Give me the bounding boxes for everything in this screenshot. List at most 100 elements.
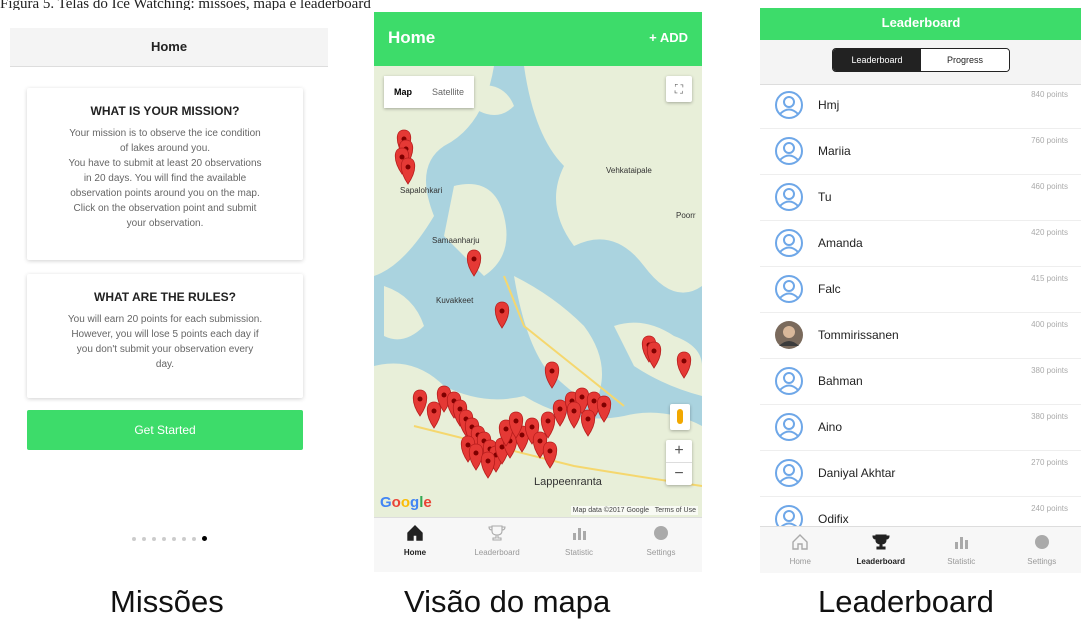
segmented-control: Leaderboard Progress bbox=[832, 48, 1010, 72]
zoom-out-button[interactable]: − bbox=[666, 463, 692, 485]
tab-home[interactable]: Home bbox=[760, 527, 841, 573]
map-pin-icon[interactable] bbox=[677, 352, 691, 378]
mission-heading: WHAT IS YOUR MISSION? bbox=[27, 88, 303, 118]
player-name: Tu bbox=[818, 190, 832, 204]
tab-label: Settings bbox=[1002, 557, 1081, 566]
map-pin-icon[interactable] bbox=[543, 442, 557, 468]
missions-screen: Home WHAT IS YOUR MISSION? Your mission … bbox=[10, 28, 328, 578]
leaderboard-row[interactable]: Hmj840 points bbox=[760, 84, 1081, 129]
leaderboard-screen: Leaderboard Leaderboard Progress Hmj840 … bbox=[760, 8, 1081, 573]
map-pin-icon[interactable] bbox=[401, 158, 415, 184]
settings-circle-icon bbox=[1002, 527, 1081, 557]
player-name: Amanda bbox=[818, 236, 863, 250]
map-pin-icon[interactable] bbox=[467, 250, 481, 276]
player-name: Odifix bbox=[818, 512, 849, 526]
tab-label: Leaderboard bbox=[841, 557, 922, 566]
map-pin-icon[interactable] bbox=[545, 362, 559, 388]
map-pin-icon[interactable] bbox=[413, 390, 427, 416]
map-pin-icon[interactable] bbox=[427, 402, 441, 428]
page-indicator[interactable] bbox=[10, 528, 328, 546]
map-pin-icon[interactable] bbox=[647, 342, 661, 368]
leaderboard-row[interactable]: Tommirissanen 400 points bbox=[760, 314, 1081, 359]
player-points: 380 points bbox=[1031, 366, 1068, 375]
leaderboard-row[interactable]: Daniyal Akhtar270 points bbox=[760, 452, 1081, 497]
leaderboard-row[interactable]: Bahman 380 points bbox=[760, 360, 1081, 405]
leaderboard-row[interactable]: Aino 380 points bbox=[760, 406, 1081, 451]
avatar-placeholder-icon bbox=[774, 182, 804, 212]
segment-leaderboard[interactable]: Leaderboard bbox=[833, 49, 921, 71]
leaderboard-row[interactable]: Amanda 420 points bbox=[760, 222, 1081, 267]
tab-statistic[interactable]: Statistic bbox=[538, 518, 620, 572]
tab-label: Settings bbox=[620, 548, 702, 557]
caption-missions: Missões bbox=[110, 584, 224, 620]
mission-card: WHAT IS YOUR MISSION? Your mission is to… bbox=[27, 88, 303, 260]
player-name: Hmj bbox=[818, 98, 839, 112]
add-button[interactable]: + ADD bbox=[649, 30, 688, 45]
player-name: Falc bbox=[818, 282, 841, 296]
map-pin-icon[interactable] bbox=[567, 402, 581, 428]
player-name: Bahman bbox=[818, 374, 863, 388]
page-dot[interactable] bbox=[152, 537, 156, 541]
bottom-tab-bar: HomeLeaderboardStatisticSettings bbox=[374, 517, 702, 572]
leaderboard-row[interactable]: Falc415 points bbox=[760, 268, 1081, 313]
page-dot[interactable] bbox=[192, 537, 196, 541]
page-dot[interactable] bbox=[162, 537, 166, 541]
map-pin-icon[interactable] bbox=[481, 452, 495, 478]
trophy-icon bbox=[841, 527, 922, 557]
map-pin-icon[interactable] bbox=[469, 444, 483, 470]
avatar-placeholder-icon bbox=[774, 136, 804, 166]
map-pin-icon[interactable] bbox=[553, 400, 567, 426]
terms-link[interactable]: Terms of Use bbox=[655, 507, 696, 514]
page-dot[interactable] bbox=[132, 537, 136, 541]
player-points: 380 points bbox=[1031, 412, 1068, 421]
get-started-button[interactable]: Get Started bbox=[27, 410, 303, 450]
street-view-pegman-icon[interactable] bbox=[670, 404, 690, 430]
rules-heading: WHAT ARE THE RULES? bbox=[27, 274, 303, 304]
player-points: 460 points bbox=[1031, 182, 1068, 191]
avatar-placeholder-icon bbox=[774, 366, 804, 396]
page-dot[interactable] bbox=[172, 537, 176, 541]
tab-label: Home bbox=[760, 557, 841, 566]
tab-statistic[interactable]: Statistic bbox=[921, 527, 1002, 573]
tab-leaderboard[interactable]: Leaderboard bbox=[841, 527, 922, 573]
page-dot[interactable] bbox=[182, 537, 186, 541]
player-points: 400 points bbox=[1031, 320, 1068, 329]
player-name: Tommirissanen bbox=[818, 328, 899, 342]
mission-body: Your mission is to observe the ice condi… bbox=[39, 126, 291, 231]
rules-card: WHAT ARE THE RULES? You will earn 20 poi… bbox=[27, 274, 303, 398]
home-icon bbox=[374, 518, 456, 548]
map-pin-icon[interactable] bbox=[581, 410, 595, 436]
player-points: 420 points bbox=[1031, 228, 1068, 237]
map-attribution[interactable]: Map data ©2017 Google Terms of Use bbox=[571, 506, 698, 515]
settings-circle-icon bbox=[620, 518, 702, 548]
page-dot[interactable] bbox=[142, 537, 146, 541]
map-view[interactable]: Map Satellite ⛶ Sapalohkari Vehkataipale… bbox=[374, 66, 702, 518]
bar-chart-icon bbox=[538, 518, 620, 548]
player-name: Aino bbox=[818, 420, 842, 434]
zoom-in-button[interactable]: + bbox=[666, 440, 692, 463]
map-header: Home + ADD bbox=[374, 12, 702, 66]
segment-bar: Leaderboard Progress bbox=[760, 40, 1081, 85]
tab-settings[interactable]: Settings bbox=[620, 518, 702, 572]
tab-leaderboard[interactable]: Leaderboard bbox=[456, 518, 538, 572]
tab-home[interactable]: Home bbox=[374, 518, 456, 572]
segment-progress[interactable]: Progress bbox=[921, 49, 1009, 71]
caption-leaderboard: Leaderboard bbox=[818, 584, 994, 620]
zoom-control: + − bbox=[666, 440, 692, 485]
map-pin-icon[interactable] bbox=[495, 302, 509, 328]
leaderboard-header-title: Leaderboard bbox=[760, 8, 1081, 40]
leaderboard-row[interactable]: Tu 460 points bbox=[760, 176, 1081, 221]
leaderboard-row[interactable]: Mariia760 points bbox=[760, 130, 1081, 175]
bar-chart-icon bbox=[921, 527, 1002, 557]
rules-body: You will earn 20 points for each submiss… bbox=[39, 312, 291, 372]
tab-label: Statistic bbox=[538, 548, 620, 557]
missions-header-title: Home bbox=[10, 28, 328, 67]
tab-label: Leaderboard bbox=[456, 548, 538, 557]
tab-settings[interactable]: Settings bbox=[1002, 527, 1081, 573]
avatar-placeholder-icon bbox=[774, 458, 804, 488]
bottom-tab-bar: HomeLeaderboardStatisticSettings bbox=[760, 526, 1081, 573]
observation-pins bbox=[374, 66, 702, 518]
tab-label: Home bbox=[374, 548, 456, 557]
map-pin-icon[interactable] bbox=[597, 396, 611, 422]
page-dot[interactable] bbox=[202, 536, 207, 541]
